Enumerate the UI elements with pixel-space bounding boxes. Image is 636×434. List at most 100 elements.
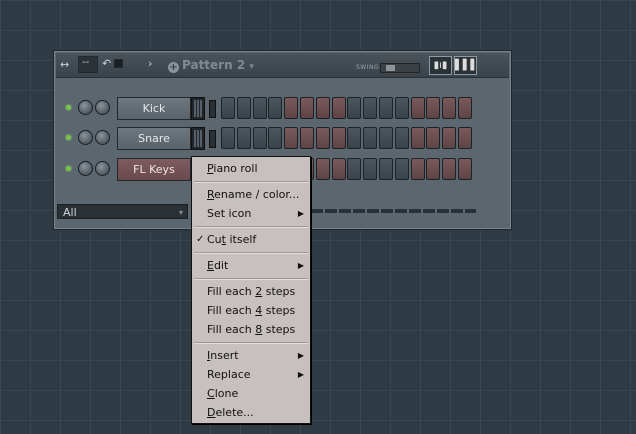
pan-knob[interactable] xyxy=(78,100,93,115)
step-button[interactable] xyxy=(379,127,393,149)
step-button[interactable] xyxy=(410,158,425,180)
view-mode-button[interactable]: -- xyxy=(78,56,98,73)
menu-separator xyxy=(194,181,308,183)
menu-item-replace[interactable]: Replace ▶ xyxy=(192,365,310,384)
menu-item-cut-itself[interactable]: ✓ Cut itself xyxy=(192,230,310,249)
step-button[interactable] xyxy=(221,127,235,149)
undo-icon[interactable]: ↶ xyxy=(102,57,111,71)
pattern-selector[interactable]: + Pattern 2 ▾ xyxy=(168,58,254,73)
swing-label: SWING xyxy=(356,64,380,71)
menu-item-set-icon[interactable]: Set icon ▶ xyxy=(192,204,310,223)
pattern-name: Pattern 2 xyxy=(182,58,246,72)
step-button[interactable] xyxy=(315,158,330,180)
channel-meter xyxy=(191,97,205,120)
step-button[interactable] xyxy=(331,97,346,119)
step-button[interactable] xyxy=(442,158,457,180)
step-button[interactable] xyxy=(221,97,235,119)
menu-item-rename-color[interactable]: Rename / color... xyxy=(192,185,310,204)
step-button[interactable] xyxy=(236,127,251,149)
step-button[interactable] xyxy=(426,97,441,119)
chevron-down-icon: ▾ xyxy=(178,208,183,217)
step-button[interactable] xyxy=(458,97,472,119)
channel-rack-titlebar[interactable]: ↔ -- ↶ › + Pattern 2 ▾ SWING ▮ı▮ ▌▌▌ xyxy=(56,53,509,78)
step-button[interactable] xyxy=(300,127,314,149)
step-button[interactable] xyxy=(315,97,330,119)
check-icon: ✓ xyxy=(196,234,205,245)
channel-row: Snare xyxy=(54,126,511,150)
step-button[interactable] xyxy=(363,158,378,180)
menu-item-fill-8[interactable]: Fill each 8 steps xyxy=(192,320,310,339)
channel-meter xyxy=(191,127,205,150)
step-button[interactable] xyxy=(252,97,267,119)
step-button[interactable] xyxy=(394,158,409,180)
arrows-icon[interactable]: ↔ xyxy=(60,58,69,72)
close-pattern-icon[interactable] xyxy=(114,59,123,68)
graph-editor-icon[interactable]: ▮ı▮ xyxy=(429,56,452,75)
step-button[interactable] xyxy=(363,97,378,119)
pan-knob[interactable] xyxy=(78,161,93,176)
step-button[interactable] xyxy=(410,127,425,149)
step-button[interactable] xyxy=(426,127,441,149)
step-button[interactable] xyxy=(347,97,362,119)
submenu-arrow-icon: ▶ xyxy=(297,261,304,270)
volume-knob[interactable] xyxy=(95,100,110,115)
step-button[interactable] xyxy=(442,97,457,119)
step-button[interactable] xyxy=(458,127,472,149)
step-button[interactable] xyxy=(268,97,283,119)
pan-knob[interactable] xyxy=(78,130,93,145)
step-button[interactable] xyxy=(410,97,425,119)
channel-button-snare[interactable]: Snare xyxy=(117,127,191,150)
menu-separator xyxy=(194,252,308,254)
menu-item-edit[interactable]: Edit ▶ xyxy=(192,256,310,275)
step-button[interactable] xyxy=(284,127,299,149)
step-button[interactable] xyxy=(394,97,409,119)
keyboard-icon[interactable]: ▌▌▌ xyxy=(454,56,478,75)
step-button[interactable] xyxy=(268,127,283,149)
channel-led[interactable] xyxy=(66,105,71,110)
step-button[interactable] xyxy=(442,127,457,149)
menu-item-delete[interactable]: Delete... xyxy=(192,403,310,422)
step-position-bar xyxy=(311,209,476,213)
step-button[interactable] xyxy=(236,97,251,119)
channel-button-fl-keys[interactable]: FL Keys xyxy=(117,158,191,181)
volume-knob[interactable] xyxy=(95,130,110,145)
menu-item-fill-4[interactable]: Fill each 4 steps xyxy=(192,301,310,320)
add-pattern-icon[interactable]: + xyxy=(168,62,179,73)
menu-separator xyxy=(194,342,308,344)
swing-slider-handle[interactable] xyxy=(385,65,395,71)
menu-item-clone[interactable]: Clone xyxy=(192,384,310,403)
step-button[interactable] xyxy=(379,97,393,119)
submenu-arrow-icon: ▶ xyxy=(297,351,304,360)
chevron-down-icon: ▾ xyxy=(249,62,254,72)
channel-select[interactable] xyxy=(209,100,216,118)
step-button[interactable] xyxy=(394,127,409,149)
step-button[interactable] xyxy=(458,158,472,180)
menu-item-fill-2[interactable]: Fill each 2 steps xyxy=(192,282,310,301)
step-button[interactable] xyxy=(331,127,346,149)
menu-item-insert[interactable]: Insert ▶ xyxy=(192,346,310,365)
step-button[interactable] xyxy=(426,158,441,180)
menu-item-piano-roll[interactable]: Piano roll xyxy=(192,159,310,178)
submenu-arrow-icon: ▶ xyxy=(297,370,304,379)
step-button[interactable] xyxy=(379,158,393,180)
channel-select[interactable] xyxy=(209,130,216,148)
step-button[interactable] xyxy=(300,97,314,119)
menu-separator xyxy=(194,278,308,280)
channel-led[interactable] xyxy=(66,135,71,140)
step-button[interactable] xyxy=(347,127,362,149)
step-button[interactable] xyxy=(331,158,346,180)
volume-knob[interactable] xyxy=(95,161,110,176)
step-button[interactable] xyxy=(284,97,299,119)
step-button[interactable] xyxy=(252,127,267,149)
step-button[interactable] xyxy=(363,127,378,149)
channel-context-menu: Piano roll Rename / color... Set icon ▶ ✓… xyxy=(191,156,311,424)
forward-icon[interactable]: › xyxy=(148,57,152,71)
step-button[interactable] xyxy=(315,127,330,149)
channel-led[interactable] xyxy=(66,166,71,171)
step-button[interactable] xyxy=(347,158,362,180)
swing-slider[interactable] xyxy=(380,63,420,73)
channel-button-kick[interactable]: Kick xyxy=(117,97,191,120)
submenu-arrow-icon: ▶ xyxy=(297,209,304,218)
menu-separator xyxy=(194,226,308,228)
channel-filter-dropdown[interactable]: All ▾ xyxy=(57,204,188,219)
